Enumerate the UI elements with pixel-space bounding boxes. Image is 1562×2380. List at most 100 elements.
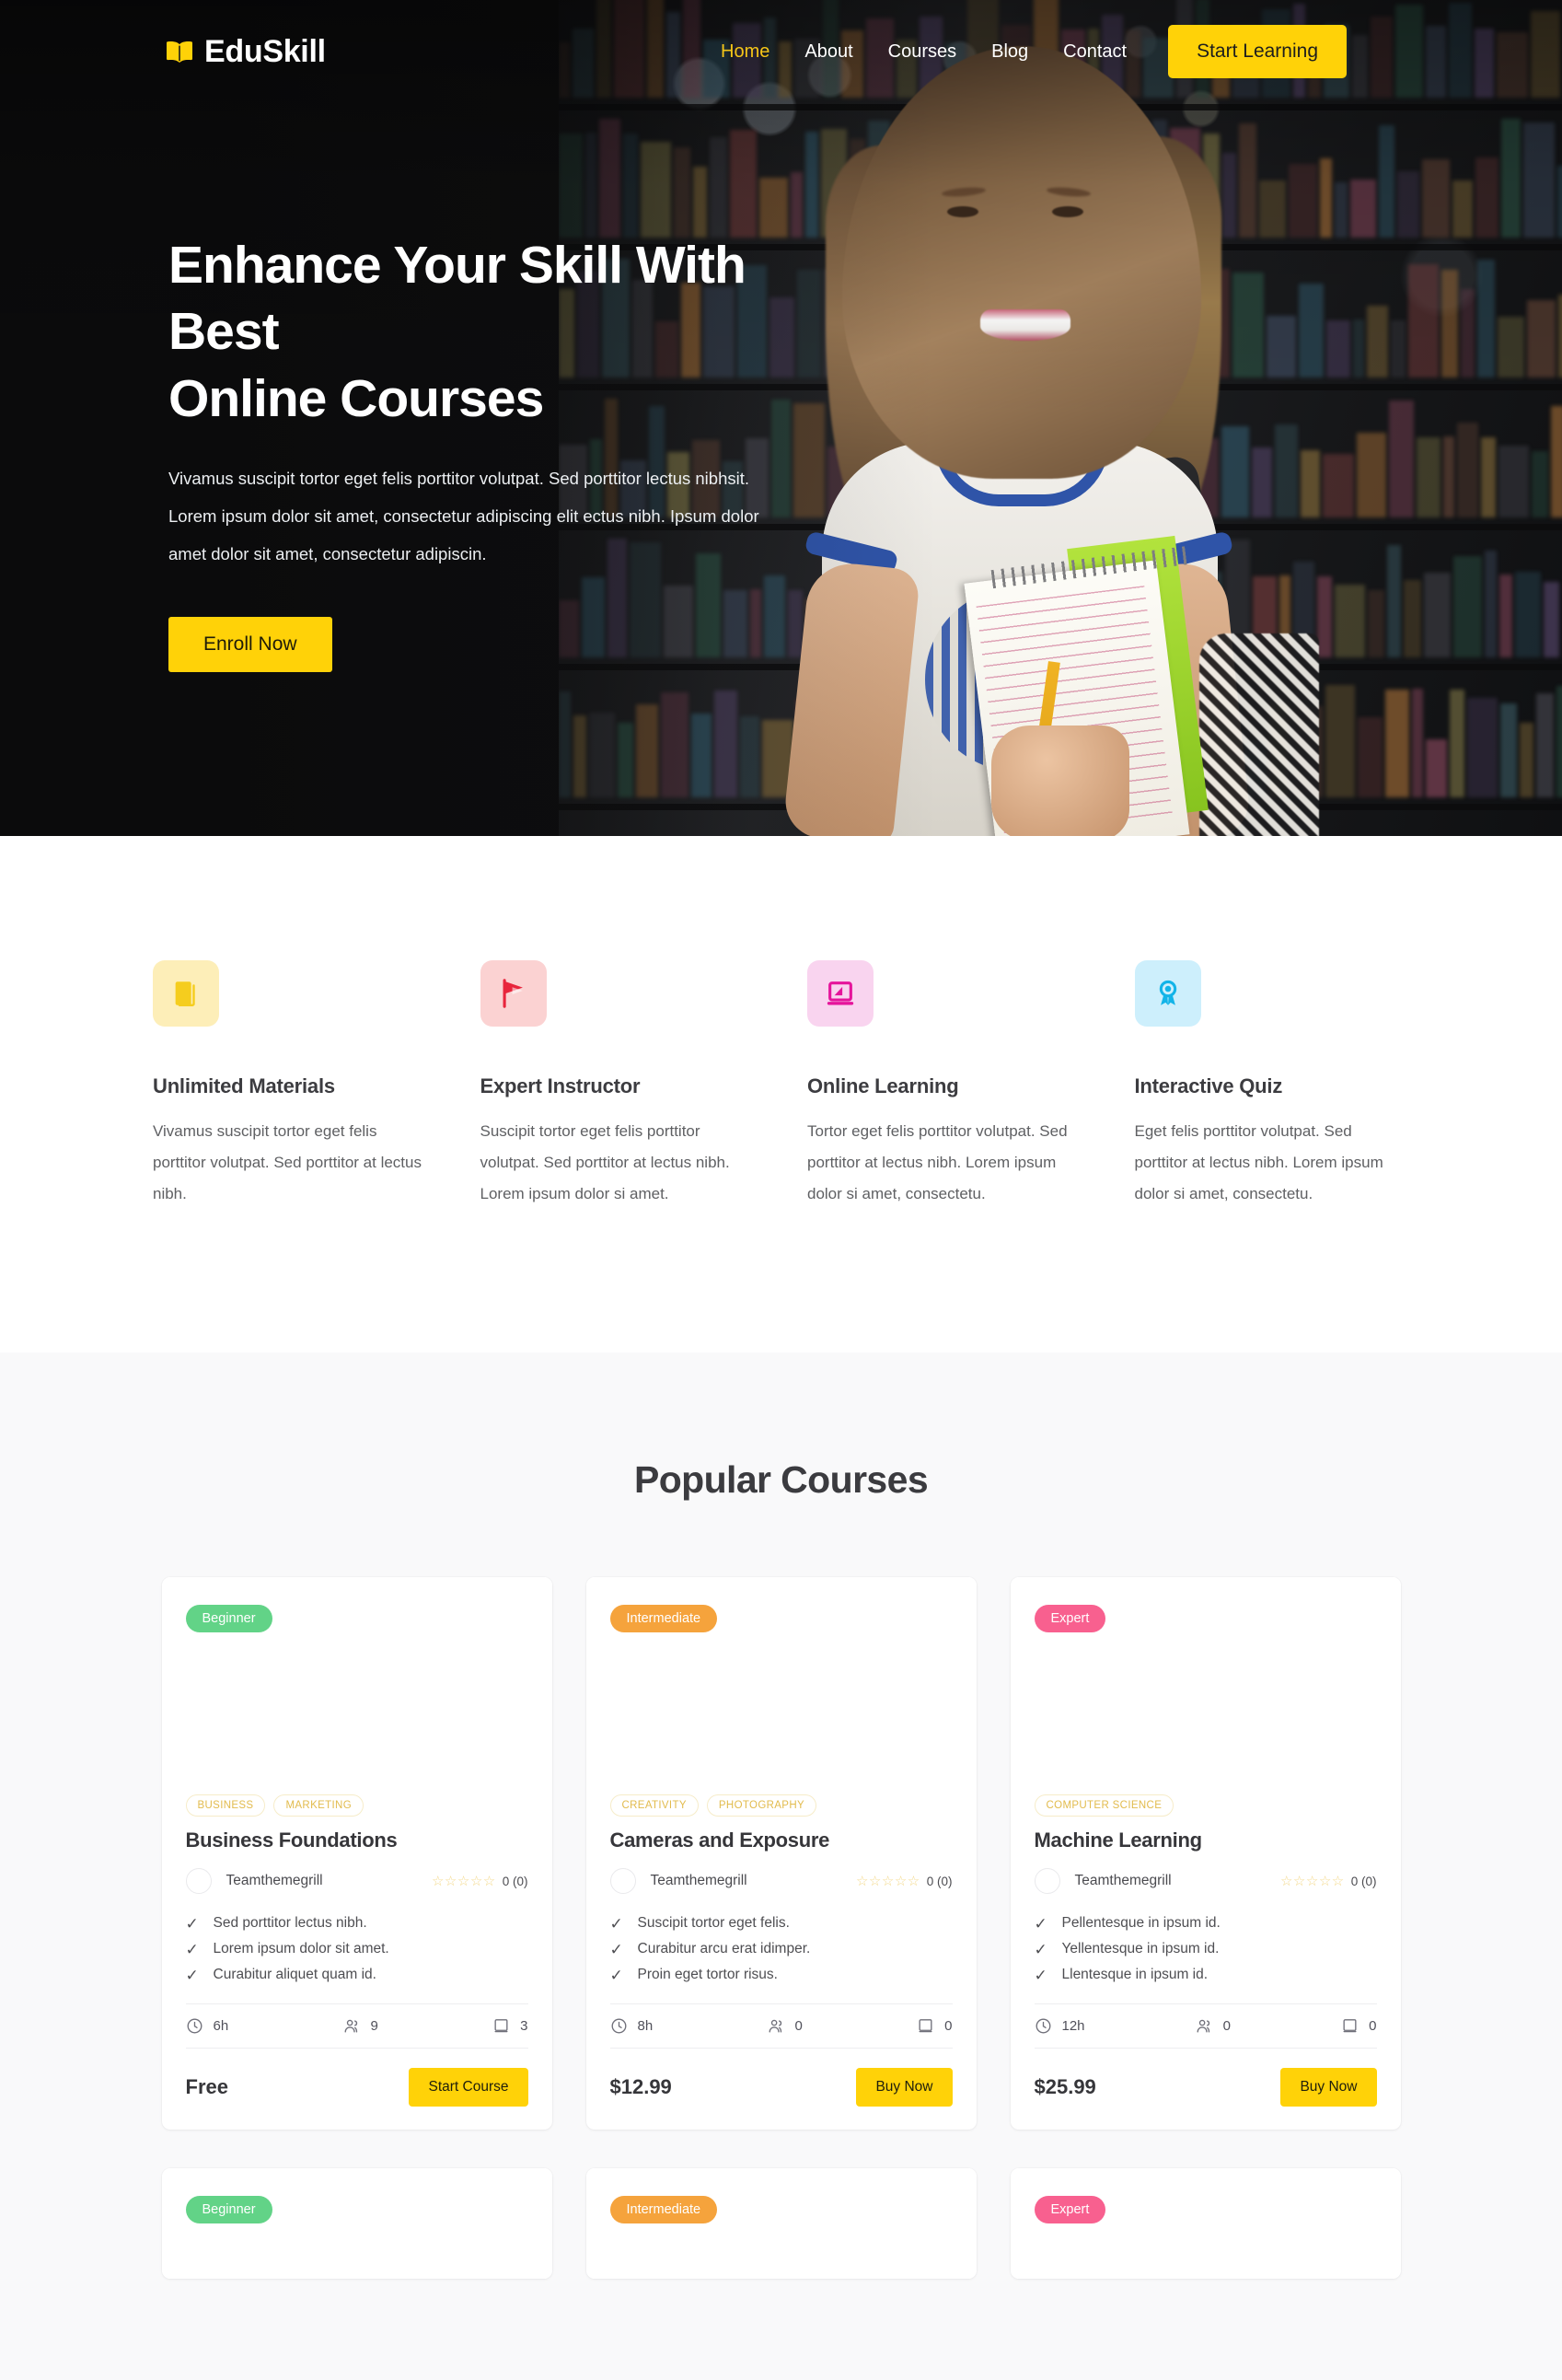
course-title[interactable]: Business Foundations — [186, 1829, 528, 1852]
nav-item-blog[interactable]: Blog — [974, 41, 1046, 63]
course-level-badge: Expert — [1034, 1605, 1106, 1632]
course-card[interactable]: Beginner — [161, 2168, 552, 2279]
course-lessons: 0 — [1341, 2017, 1377, 2035]
course-tag[interactable]: BUSINESS — [185, 1794, 266, 1817]
course-stats: 8h 0 0 — [609, 2003, 953, 2049]
check-icon: ✓ — [1034, 1940, 1047, 1958]
nav-item-home[interactable]: Home — [703, 41, 787, 63]
course-lessons-value: 0 — [1369, 2018, 1377, 2034]
course-feature-list: ✓ Suscipit tortor eget felis. ✓ Curabitur a… — [610, 1910, 953, 1988]
course-card[interactable]: Intermediate CREATIVITY PHOTOGRAPHY Cameras… — [585, 1577, 977, 2130]
course-rating: ☆☆☆☆☆ 0 (0) — [1280, 1873, 1377, 1889]
course-author-name[interactable]: Teamthemegrill — [1075, 1873, 1172, 1889]
course-price-row: $12.99 Buy Now — [610, 2049, 953, 2130]
course-cta-button[interactable]: Start Course — [409, 2068, 528, 2107]
course-cta-button[interactable]: Buy Now — [856, 2068, 953, 2107]
clock-icon — [186, 2017, 203, 2035]
course-author-name[interactable]: Teamthemegrill — [226, 1873, 323, 1889]
feature-title: Expert Instructor — [480, 1074, 641, 1097]
course-price-row: Free Start Course — [186, 2049, 528, 2130]
nav-item-contact[interactable]: Contact — [1046, 41, 1144, 63]
course-tags: BUSINESS MARKETING — [185, 1794, 528, 1817]
course-students: 9 — [343, 2017, 378, 2035]
hero-content: Enhance Your Skill With Best Online Cour… — [168, 232, 868, 673]
clock-icon — [610, 2017, 628, 2035]
course-feature-item: ✓ Pellentesque in ipsum id. — [1035, 1910, 1377, 1936]
course-stats: 12h 0 0 — [1034, 2003, 1377, 2049]
course-tag[interactable]: MARKETING — [273, 1794, 364, 1817]
feature-card: Expert Instructor Suscipit tortor eget fe… — [480, 960, 756, 1210]
course-thumbnail: Expert — [1010, 1577, 1401, 1794]
course-level-badge: Beginner — [185, 1605, 272, 1632]
course-feature-item: ✓ Curabitur aliquet quam id. — [186, 1962, 528, 1988]
course-feature-item: ✓ Llentesque in ipsum id. — [1035, 1962, 1377, 1988]
feature-text: Tortor eget felis porttitor volutpat. Se… — [807, 1122, 1068, 1202]
course-feature-text: Pellentesque in ipsum id. — [1061, 1915, 1221, 1931]
users-icon — [768, 2017, 785, 2035]
course-price-row: $25.99 Buy Now — [1035, 2049, 1377, 2130]
course-thumbnail: Beginner — [161, 2168, 552, 2279]
course-price: $12.99 — [609, 2075, 672, 2098]
course-thumbnail: Intermediate — [585, 2168, 977, 2279]
course-card[interactable]: Intermediate — [585, 2168, 977, 2279]
course-feature-text: Llentesque in ipsum id. — [1061, 1967, 1209, 1982]
course-level-badge: Beginner — [185, 2196, 272, 2223]
award-ribbon-icon — [1134, 960, 1201, 1027]
star-rating-icon: ☆☆☆☆☆ — [1279, 1874, 1345, 1889]
check-icon: ✓ — [1034, 1914, 1047, 1933]
course-level-badge: Expert — [1034, 2196, 1106, 2223]
course-duration: 6h — [186, 2017, 228, 2035]
enroll-now-button[interactable]: Enroll Now — [168, 617, 332, 673]
feature-text: Vivamus suscipit tortor eget felis portt… — [153, 1122, 422, 1202]
course-duration: 12h — [1035, 2017, 1085, 2035]
course-duration: 8h — [610, 2017, 653, 2035]
feature-text: Suscipit tortor eget felis porttitor vol… — [480, 1122, 730, 1202]
feature-card: Interactive Quiz Eget felis porttitor vol… — [1134, 960, 1410, 1210]
course-lessons: 0 — [917, 2017, 953, 2035]
course-author-name[interactable]: Teamthemegrill — [651, 1873, 747, 1889]
feature-title: Online Learning — [807, 1074, 959, 1097]
course-card[interactable]: Beginner BUSINESS MARKETING Business Founda… — [161, 1577, 552, 2130]
star-rating-icon: ☆☆☆☆☆ — [431, 1874, 496, 1889]
course-cta-button[interactable]: Buy Now — [1280, 2068, 1377, 2107]
hero-section: EduSkill Home About Courses Blog Contact… — [0, 0, 1562, 836]
course-feature-text: Curabitur aliquet quam id. — [213, 1967, 377, 1982]
course-lessons: 3 — [492, 2017, 528, 2035]
avatar — [185, 1868, 212, 1894]
rating-count: 0 (0) — [1350, 1874, 1377, 1888]
course-rating: ☆☆☆☆☆ 0 (0) — [432, 1873, 528, 1889]
course-feature-item: ✓ Yellentesque in ipsum id. — [1035, 1936, 1377, 1962]
course-feature-item: ✓ Sed porttitor lectus nibh. — [186, 1910, 528, 1936]
course-duration-value: 12h — [1061, 2018, 1085, 2034]
course-feature-text: Sed porttitor lectus nibh. — [213, 1915, 367, 1931]
course-feature-list: ✓ Pellentesque in ipsum id. ✓ Yellentesque … — [1035, 1910, 1377, 1988]
check-icon: ✓ — [185, 1914, 199, 1933]
nav-item-about[interactable]: About — [787, 41, 870, 63]
check-icon: ✓ — [1034, 1966, 1047, 1984]
course-price: $25.99 — [1034, 2075, 1096, 2098]
start-learning-button[interactable]: Start Learning — [1168, 25, 1347, 78]
course-card[interactable]: Expert COMPUTER SCIENCE Machine Learning Te… — [1010, 1577, 1401, 2130]
hero-title-line-1: Enhance Your Skill With Best — [168, 236, 746, 362]
check-icon: ✓ — [609, 1966, 623, 1984]
popular-courses-section: Popular Courses Beginner BUSINESS MARKETIN… — [0, 1353, 1562, 2380]
features-grid: Unlimited Materials Vivamus suscipit tort… — [153, 960, 1409, 1210]
hero-paragraph: Vivamus suscipit tortor eget felis portt… — [168, 469, 759, 563]
site-header: EduSkill Home About Courses Blog Contact… — [0, 0, 1562, 103]
course-tag[interactable]: PHOTOGRAPHY — [706, 1794, 816, 1817]
course-card[interactable]: Expert — [1010, 2168, 1401, 2279]
brand-logo[interactable]: EduSkill — [166, 34, 326, 70]
course-feature-item: ✓ Curabitur arcu erat idimper. — [610, 1936, 953, 1962]
features-section: Unlimited Materials Vivamus suscipit tort… — [0, 836, 1562, 1353]
course-tag[interactable]: COMPUTER SCIENCE — [1034, 1794, 1174, 1817]
course-tags: CREATIVITY PHOTOGRAPHY — [609, 1794, 953, 1817]
course-title[interactable]: Cameras and Exposure — [610, 1829, 953, 1852]
course-title[interactable]: Machine Learning — [1035, 1829, 1377, 1852]
main-nav: Home About Courses Blog Contact Start Le… — [703, 25, 1562, 78]
course-feature-list: ✓ Sed porttitor lectus nibh. ✓ Lorem ipsum … — [186, 1910, 528, 1988]
feature-card: Unlimited Materials Vivamus suscipit tort… — [153, 960, 428, 1210]
nav-item-courses[interactable]: Courses — [871, 41, 974, 63]
course-price: Free — [185, 2075, 228, 2098]
avatar — [609, 1868, 636, 1894]
course-tag[interactable]: CREATIVITY — [609, 1794, 699, 1817]
